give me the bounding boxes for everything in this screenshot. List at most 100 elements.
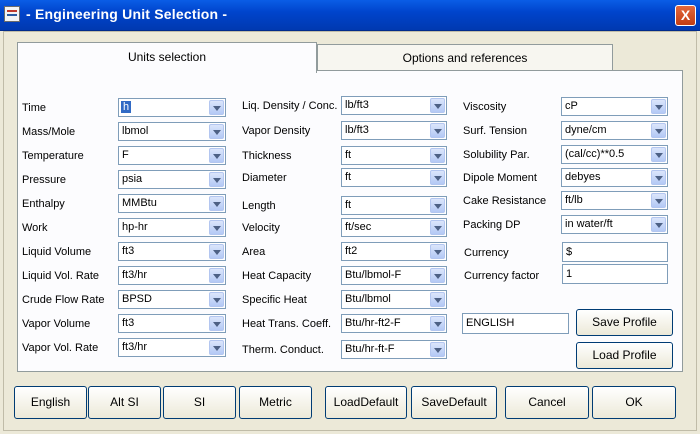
solubility-par-label: Solubility Par. (463, 149, 530, 161)
length-unit-select[interactable]: ft (341, 196, 447, 215)
therm-conduct-unit-value: Btu/hr-ft-F (345, 343, 395, 355)
cancel-button[interactable]: Cancel (505, 386, 589, 419)
dropdown-arrow-icon[interactable] (209, 220, 224, 235)
profile-name-input[interactable]: ENGLISH (462, 313, 569, 334)
dropdown-arrow-icon[interactable] (651, 170, 666, 185)
app-icon[interactable] (4, 6, 20, 22)
vapor-vol-rate-unit-select[interactable]: ft3/hr (118, 338, 226, 357)
dropdown-arrow-icon[interactable] (430, 292, 445, 307)
dropdown-arrow-icon[interactable] (209, 172, 224, 187)
si-button[interactable]: SI (163, 386, 236, 419)
specific-heat-unit-select[interactable]: Btu/lbmol (341, 290, 447, 309)
solubility-par-unit-value: (cal/cc)**0.5 (565, 148, 625, 160)
dropdown-arrow-icon[interactable] (430, 342, 445, 357)
tab-options-and-references[interactable]: Options and references (317, 44, 613, 71)
therm-conduct-unit-select[interactable]: Btu/hr-ft-F (341, 340, 447, 359)
dropdown-arrow-icon[interactable] (651, 217, 666, 232)
dropdown-arrow-icon[interactable] (430, 220, 445, 235)
vapor-volume-unit-select[interactable]: ft3 (118, 314, 226, 333)
pressure-unit-select[interactable]: psia (118, 170, 226, 189)
solubility-par-unit-select[interactable]: (cal/cc)**0.5 (561, 145, 668, 164)
dropdown-arrow-icon[interactable] (209, 196, 224, 211)
vapor-vol-rate-unit-value: ft3/hr (122, 341, 148, 353)
packing-dp-unit-select[interactable]: in water/ft (561, 215, 668, 234)
dropdown-arrow-icon[interactable] (209, 340, 224, 355)
velocity-unit-select[interactable]: ft/sec (341, 218, 447, 237)
dropdown-arrow-icon[interactable] (651, 193, 666, 208)
ok-button[interactable]: OK (592, 386, 676, 419)
currency-input[interactable]: $ (562, 242, 668, 262)
metric-button[interactable]: Metric (239, 386, 312, 419)
crude-flow-rate-label: Crude Flow Rate (22, 294, 105, 306)
liquid-volume-unit-value: ft3 (122, 245, 135, 257)
dipole-moment-unit-select[interactable]: debyes (561, 168, 668, 187)
mass-mole-unit-value: lbmol (122, 125, 149, 137)
temperature-label: Temperature (22, 150, 84, 162)
savedefault-button[interactable]: SaveDefault (411, 386, 497, 419)
area-unit-select[interactable]: ft2 (341, 242, 447, 261)
dropdown-arrow-icon[interactable] (209, 292, 224, 307)
currency-factor-input[interactable]: 1 (562, 264, 668, 284)
dropdown-arrow-icon[interactable] (209, 124, 224, 139)
dropdown-arrow-icon[interactable] (430, 123, 445, 138)
cake-resistance-unit-select[interactable]: ft/lb (561, 191, 668, 210)
work-unit-select[interactable]: hp-hr (118, 218, 226, 237)
load-profile-button[interactable]: Load Profile (576, 342, 673, 369)
dropdown-arrow-icon[interactable] (651, 147, 666, 162)
temperature-unit-select[interactable]: F (118, 146, 226, 165)
dropdown-arrow-icon[interactable] (430, 316, 445, 331)
temperature-unit-value: F (122, 149, 129, 161)
heat-trans-coeff-unit-select[interactable]: Btu/hr-ft2-F (341, 314, 447, 333)
heat-trans-coeff-unit-value: Btu/hr-ft2-F (345, 317, 401, 329)
dropdown-arrow-icon[interactable] (209, 268, 224, 283)
pressure-label: Pressure (22, 174, 67, 186)
viscosity-unit-select[interactable]: cP (561, 97, 668, 116)
dropdown-arrow-icon[interactable] (651, 123, 666, 138)
thickness-label: Thickness (242, 150, 292, 162)
vapor-volume-unit-value: ft3 (122, 317, 135, 329)
dropdown-arrow-icon[interactable] (430, 268, 445, 283)
close-button[interactable]: X (675, 5, 696, 26)
surf-tension-unit-select[interactable]: dyne/cm (561, 121, 668, 140)
heat-capacity-unit-select[interactable]: Btu/lbmol-F (341, 266, 447, 285)
dropdown-arrow-icon[interactable] (430, 170, 445, 185)
viscosity-label: Viscosity (463, 101, 507, 113)
heat-capacity-unit-value: Btu/lbmol-F (345, 269, 402, 281)
therm-conduct-label: Therm. Conduct. (242, 344, 324, 356)
thickness-unit-select[interactable]: ft (341, 146, 447, 165)
liquid-vol-rate-label: Liquid Vol. Rate (22, 270, 100, 282)
liquid-volume-label: Liquid Volume (22, 246, 92, 258)
dipole-moment-unit-value: debyes (565, 171, 601, 183)
surf-tension-unit-value: dyne/cm (565, 124, 607, 136)
mass-mole-unit-select[interactable]: lbmol (118, 122, 226, 141)
dropdown-arrow-icon[interactable] (430, 148, 445, 163)
english-button[interactable]: English (14, 386, 87, 419)
vapor-vol-rate-label: Vapor Vol. Rate (22, 342, 99, 354)
dropdown-arrow-icon[interactable] (651, 99, 666, 114)
dropdown-arrow-icon[interactable] (430, 244, 445, 259)
packing-dp-label: Packing DP (463, 219, 521, 231)
liq-density-conc-unit-select[interactable]: lb/ft3 (341, 96, 447, 115)
dropdown-arrow-icon[interactable] (209, 244, 224, 259)
alt-si-button[interactable]: Alt SI (88, 386, 161, 419)
enthalpy-unit-select[interactable]: MMBtu (118, 194, 226, 213)
time-label: Time (22, 102, 47, 114)
diameter-unit-select[interactable]: ft (341, 168, 447, 187)
liquid-volume-unit-select[interactable]: ft3 (118, 242, 226, 261)
time-unit-select[interactable]: h (118, 98, 226, 117)
liquid-vol-rate-unit-select[interactable]: ft3/hr (118, 266, 226, 285)
packing-dp-unit-value: in water/ft (565, 218, 613, 230)
cake-resistance-label: Cake Resistance (463, 195, 547, 207)
dropdown-arrow-icon[interactable] (430, 98, 445, 113)
crude-flow-rate-unit-select[interactable]: BPSD (118, 290, 226, 309)
liq-density-conc-unit-value: lb/ft3 (345, 99, 369, 111)
dropdown-arrow-icon[interactable] (209, 100, 224, 115)
vapor-density-unit-select[interactable]: lb/ft3 (341, 121, 447, 140)
dropdown-arrow-icon[interactable] (209, 316, 224, 331)
dropdown-arrow-icon[interactable] (209, 148, 224, 163)
loaddefault-button[interactable]: LoadDefault (325, 386, 407, 419)
tab-units-selection[interactable]: Units selection (17, 42, 317, 73)
work-label: Work (22, 222, 48, 234)
dropdown-arrow-icon[interactable] (430, 198, 445, 213)
save-profile-button[interactable]: Save Profile (576, 309, 673, 336)
